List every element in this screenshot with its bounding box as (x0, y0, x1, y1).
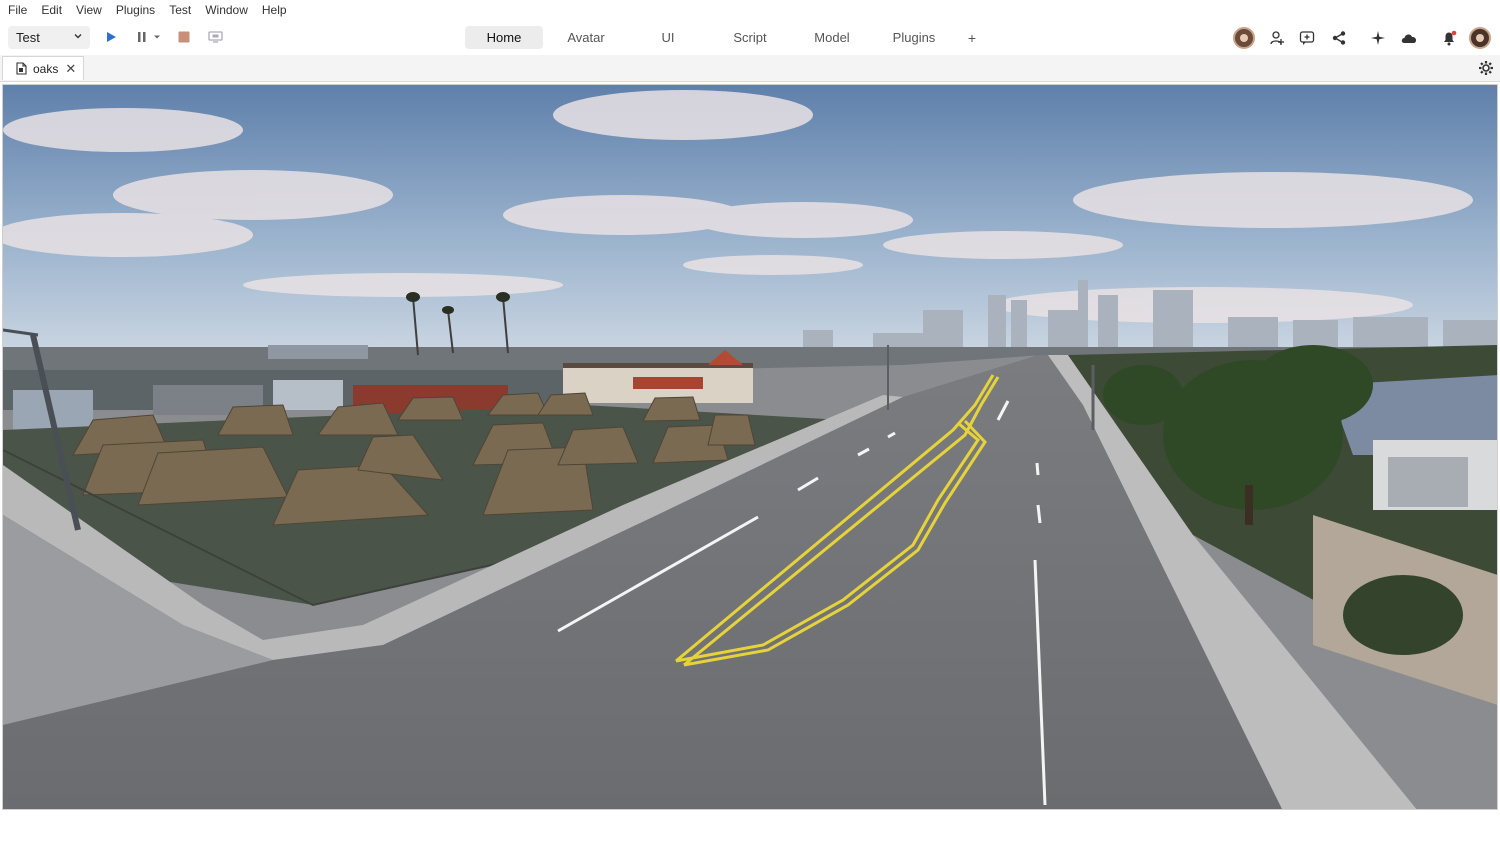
tab-avatar[interactable]: Avatar (547, 26, 625, 49)
share-icon[interactable] (1328, 27, 1350, 49)
play-icon[interactable] (103, 29, 119, 45)
tab-script[interactable]: Script (711, 26, 789, 49)
menu-help[interactable]: Help (255, 0, 294, 20)
menu-test[interactable]: Test (162, 0, 198, 20)
screen-icon[interactable] (207, 29, 223, 45)
add-tab-button[interactable]: + (957, 26, 987, 49)
ribbon-tabs: Home Avatar UI Script Model Plugins + (465, 26, 991, 49)
chat-icon[interactable] (1296, 27, 1318, 49)
pause-icon[interactable] (134, 29, 150, 45)
menu-file[interactable]: File (0, 0, 34, 20)
scene-render (3, 85, 1497, 809)
document-tab-label: oaks (33, 61, 59, 76)
close-icon[interactable]: ✕ (65, 61, 76, 77)
tab-plugins[interactable]: Plugins (875, 26, 953, 49)
document-tab-oaks[interactable]: oaks ✕ (2, 56, 84, 80)
sparkle-icon[interactable] (1367, 27, 1389, 49)
place-file-icon (16, 62, 27, 75)
avatar[interactable] (1233, 27, 1255, 49)
menu-window[interactable]: Window (198, 0, 255, 20)
gear-icon[interactable] (1478, 60, 1494, 76)
menu-edit[interactable]: Edit (34, 0, 69, 20)
tab-home[interactable]: Home (465, 26, 543, 49)
tree-trunk (1245, 485, 1253, 525)
cloud-icon[interactable] (1398, 27, 1420, 49)
menu-view[interactable]: View (69, 0, 109, 20)
mode-select[interactable]: Test (8, 26, 90, 49)
profile-avatar[interactable] (1469, 27, 1491, 49)
stop-icon[interactable] (176, 29, 192, 45)
pause-dropdown-icon[interactable] (152, 29, 162, 45)
menu-plugins[interactable]: Plugins (109, 0, 162, 20)
tab-model[interactable]: Model (793, 26, 871, 49)
add-friend-icon[interactable] (1266, 27, 1288, 49)
document-tab-bar: oaks ✕ (0, 55, 1500, 82)
mode-select-value: Test (16, 30, 40, 45)
bell-icon[interactable] (1438, 27, 1460, 49)
3d-viewport[interactable] (2, 84, 1498, 810)
chevron-down-icon (74, 34, 82, 39)
menu-bar: File Edit View Plugins Test Window Help (0, 0, 1500, 20)
tab-ui[interactable]: UI (629, 26, 707, 49)
toolbar: Test Home Avatar UI Script Model Plugins… (0, 20, 1500, 55)
